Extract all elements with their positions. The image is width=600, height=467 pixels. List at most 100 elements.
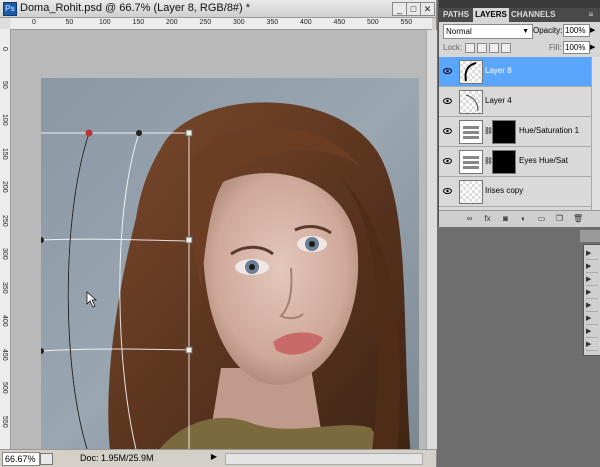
ruler-tick-label: 200 xyxy=(1,181,8,193)
document-title: Doma_Rohit.psd @ 66.7% (Layer 8, RGB/8#)… xyxy=(20,2,251,14)
portrait-image[interactable] xyxy=(41,78,419,449)
vertical-scrollbar[interactable] xyxy=(426,30,437,449)
opacity-input[interactable]: 100% xyxy=(563,24,590,37)
layers-panel-group: PATHS LAYERS CHANNELS ≡ Normal ▼ Opacity… xyxy=(438,0,600,227)
portrait-artwork xyxy=(41,78,419,449)
panel-grip[interactable] xyxy=(439,0,600,8)
document-window: Ps Doma_Rohit.psd @ 66.7% (Layer 8, RGB/… xyxy=(0,0,437,467)
layer-name: Layer 8 xyxy=(485,66,512,75)
dock-arrow-icon[interactable]: ▶ xyxy=(586,314,598,325)
lock-label: Lock: xyxy=(443,43,463,52)
adjustment-layer-icon xyxy=(459,150,483,174)
ruler-tick-label: 550 xyxy=(400,19,413,26)
ruler-tick-label: 350 xyxy=(266,19,279,26)
adjustment-layer-button-icon[interactable]: ◐ xyxy=(519,214,528,223)
blend-mode-value: Normal xyxy=(446,27,472,36)
eye-icon[interactable] xyxy=(443,157,452,165)
ruler-tick-label: 400 xyxy=(1,315,8,327)
collapsed-panel-dock: ▶ ▶ ▶ ▶ ▶ ▶ ▶ ▶ xyxy=(583,244,600,356)
dock-arrow-icon[interactable]: ▶ xyxy=(586,262,598,273)
fill-input[interactable]: 100% xyxy=(563,41,590,54)
document-size: Doc: 1.95M/25.9M xyxy=(80,453,154,463)
lock-all-icon[interactable] xyxy=(501,43,511,53)
new-layer-icon[interactable]: ❐ xyxy=(555,214,564,223)
ruler-tick-label: 400 xyxy=(300,19,312,26)
eye-icon[interactable] xyxy=(443,127,452,135)
zoom-level-field[interactable]: 66.67% xyxy=(2,452,40,466)
link-layers-icon[interactable]: ∞ xyxy=(465,214,474,223)
ruler-tick-label: 250 xyxy=(199,19,212,26)
layer-name: Irises copy xyxy=(485,186,524,195)
add-mask-icon[interactable]: ◙ xyxy=(501,214,510,223)
layers-panel-footer: ∞ fx ◙ ◐ ▭ ❐ 🗑 xyxy=(439,210,600,227)
layer-name: Hue/Saturation 1 xyxy=(519,126,580,135)
tab-layers[interactable]: LAYERS xyxy=(473,8,509,22)
blend-mode-select[interactable]: Normal ▼ xyxy=(443,24,533,39)
blend-row: Normal ▼ Opacity: 100% ▶ xyxy=(439,22,600,40)
horizontal-scrollbar[interactable] xyxy=(225,453,423,465)
opacity-chevron-icon[interactable]: ▶ xyxy=(590,26,595,34)
ruler-tick-label: 50 xyxy=(1,80,8,89)
layer-name: Eyes Hue/Sat xyxy=(519,156,568,165)
fill-label: Fill: xyxy=(549,43,562,52)
lock-row: Lock: Fill: 100% ▶ xyxy=(439,40,600,56)
ruler-tick-label: 100 xyxy=(1,114,8,126)
layers-list: Layer 8 Layer 4 ⛓ Hue/Saturation 1 ⛓ Eye… xyxy=(439,57,591,210)
layer-row-eyes-hue-sat[interactable]: ⛓ Eyes Hue/Sat xyxy=(439,147,591,177)
panel-tabs: PATHS LAYERS CHANNELS ≡ xyxy=(439,8,600,22)
maximize-button[interactable]: □ xyxy=(406,2,421,16)
eye-icon[interactable] xyxy=(443,67,452,75)
status-bar: 66.67% Doc: 1.95M/25.9M ▶ xyxy=(0,449,436,467)
dock-arrow-icon[interactable]: ▶ xyxy=(586,288,598,299)
tab-channels[interactable]: CHANNELS xyxy=(511,8,555,22)
layer-row-irises-copy[interactable]: Irises copy xyxy=(439,177,591,207)
ruler-tick-label: 350 xyxy=(1,281,8,294)
document-titlebar[interactable]: Ps Doma_Rohit.psd @ 66.7% (Layer 8, RGB/… xyxy=(0,0,436,18)
vertical-ruler[interactable]: 0 50 100 150 200 250 300 350 400 450 500 550 xyxy=(0,29,11,449)
layer-thumbnail xyxy=(459,60,483,84)
close-button[interactable]: ✕ xyxy=(420,2,435,16)
status-menu-arrow-icon[interactable]: ▶ xyxy=(209,452,219,463)
dock-arrow-icon[interactable]: ▶ xyxy=(586,327,598,338)
panel-menu-icon[interactable]: ≡ xyxy=(585,8,597,22)
ruler-tick-label: 0 xyxy=(32,19,36,26)
document-info-icon[interactable] xyxy=(40,453,53,465)
ruler-tick-label: 150 xyxy=(1,147,8,160)
ruler-tick-label: 500 xyxy=(1,382,8,394)
layer-name: Layer 4 xyxy=(485,96,512,105)
adjustment-layer-icon xyxy=(459,120,483,144)
eye-icon[interactable] xyxy=(443,97,452,105)
lock-transparency-icon[interactable] xyxy=(465,43,475,53)
fill-chevron-icon[interactable]: ▶ xyxy=(590,43,595,51)
dock-arrow-icon[interactable]: ▶ xyxy=(586,275,598,286)
ruler-tick-label: 300 xyxy=(1,248,8,260)
ruler-tick-label: 450 xyxy=(1,348,8,361)
layer-mask-thumbnail[interactable] xyxy=(492,120,516,144)
new-group-icon[interactable]: ▭ xyxy=(537,214,546,223)
canvas-area[interactable] xyxy=(11,30,432,449)
horizontal-ruler[interactable]: 0 50 100 150 200 250 300 350 400 450 500 550 xyxy=(10,18,432,30)
ruler-tick-label: 50 xyxy=(65,19,74,26)
ruler-tick-label: 550 xyxy=(1,415,8,428)
layer-mask-thumbnail[interactable] xyxy=(492,150,516,174)
trash-icon[interactable]: 🗑 xyxy=(573,214,583,223)
layers-scrollbar[interactable] xyxy=(591,57,600,210)
layer-row-layer-4[interactable]: Layer 4 xyxy=(439,87,591,117)
eye-icon[interactable] xyxy=(443,187,452,195)
tab-paths[interactable]: PATHS xyxy=(441,8,471,22)
dock-arrow-icon[interactable]: ▶ xyxy=(586,340,598,351)
layer-row-layer-8[interactable]: Layer 8 xyxy=(439,57,591,87)
dock-arrow-icon[interactable]: ▶ xyxy=(586,301,598,312)
layer-style-icon[interactable]: fx xyxy=(483,214,492,223)
collapsed-panel-header[interactable] xyxy=(580,230,600,242)
minimize-button[interactable]: _ xyxy=(392,2,407,16)
ruler-tick-label: 250 xyxy=(1,214,8,227)
ruler-tick-label: 300 xyxy=(233,19,245,26)
lock-brush-icon[interactable] xyxy=(477,43,487,53)
dock-arrow-icon[interactable]: ▶ xyxy=(586,249,598,260)
layer-row-hue-saturation-1[interactable]: ⛓ Hue/Saturation 1 xyxy=(439,117,591,147)
ruler-tick-label: 150 xyxy=(132,19,145,26)
layer-thumbnail xyxy=(459,180,483,204)
ruler-tick-label: 0 xyxy=(1,47,8,51)
lock-move-icon[interactable] xyxy=(489,43,499,53)
